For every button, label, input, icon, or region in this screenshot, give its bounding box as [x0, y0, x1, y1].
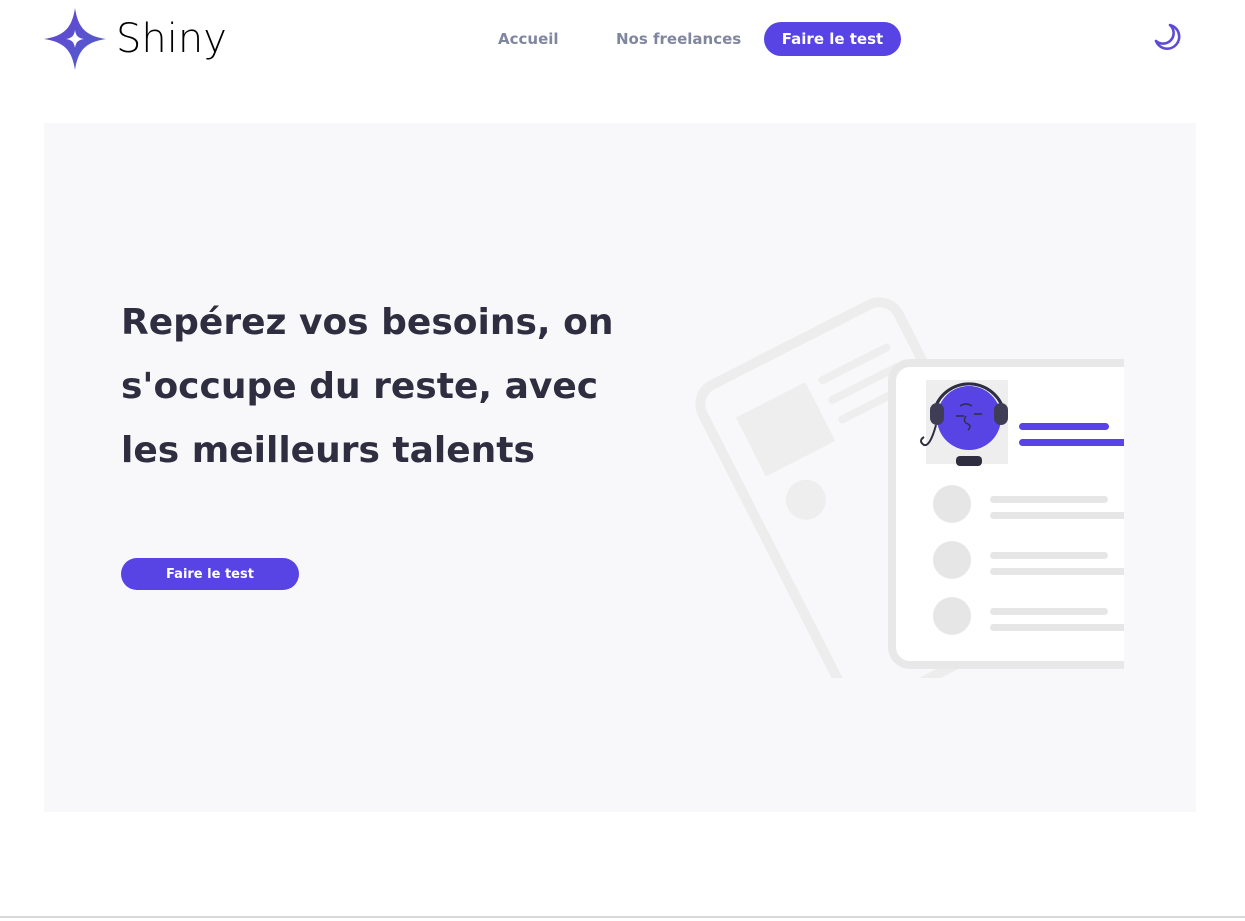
- hero-title: Repérez vos besoins, on s'occupe du rest…: [121, 302, 614, 471]
- hero-test-button[interactable]: Faire le test: [121, 558, 299, 590]
- profile-card-illustration: [695, 297, 1124, 678]
- hero-section: Repérez vos besoins, on s'occupe du rest…: [44, 123, 1196, 812]
- nav-link-home[interactable]: Accueil: [498, 30, 559, 48]
- bottom-divider: [0, 916, 1245, 918]
- page: Shiny Accueil Nos freelances Faire le te…: [0, 0, 1245, 921]
- brand-logo[interactable]: Shiny: [42, 6, 227, 72]
- avatar-headset-icon: [920, 380, 1008, 466]
- sparkle-logo-icon: [44, 8, 106, 70]
- nav-test-button[interactable]: Faire le test: [764, 22, 901, 56]
- brand-name: Shiny: [116, 16, 227, 62]
- moon-icon[interactable]: [1150, 20, 1184, 54]
- nav-link-freelances[interactable]: Nos freelances: [616, 30, 741, 48]
